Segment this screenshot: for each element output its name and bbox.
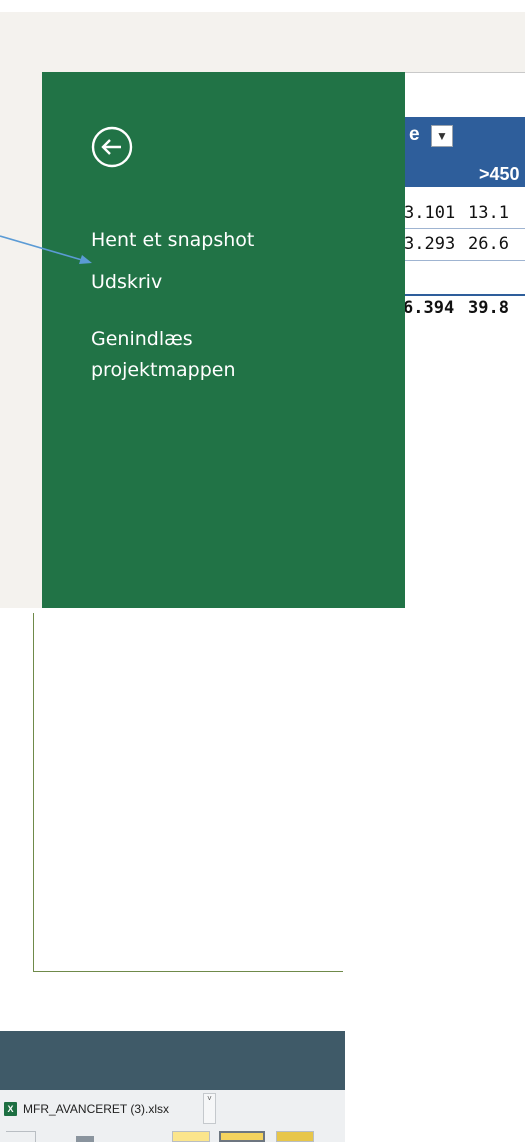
column-header: >450: [479, 164, 520, 184]
download-options-button[interactable]: ˅: [203, 1093, 216, 1124]
app-icon[interactable]: [276, 1131, 314, 1142]
active-window-icon[interactable]: [219, 1131, 265, 1142]
table-header-partial: e: [409, 124, 420, 145]
table-cell[interactable]: 3.101: [404, 203, 455, 223]
table-cell[interactable]: 3.293: [404, 234, 455, 254]
backstage-panel: Hent et snapshot Udskriv Genindlæs proje…: [42, 72, 405, 608]
chevron-down-icon: ▼: [436, 129, 448, 143]
download-item[interactable]: X MFR_AVANCERET (3).xlsx: [4, 1093, 204, 1124]
chevron-down-icon: ˅: [207, 1094, 212, 1103]
folder-icon[interactable]: [172, 1131, 210, 1142]
total-cell[interactable]: 6.394: [403, 298, 454, 318]
menu-item-print[interactable]: Udskriv: [91, 267, 162, 298]
row-divider: [405, 260, 525, 261]
total-divider: [405, 294, 525, 296]
menu-item-reload-workbook[interactable]: Genindlæs projektmappen: [91, 324, 311, 386]
taskbar-button[interactable]: [6, 1131, 36, 1142]
menu-item-snapshot[interactable]: Hent et snapshot: [91, 225, 254, 256]
filter-dropdown-button[interactable]: ▼: [431, 125, 453, 147]
back-arrow-icon: [91, 126, 133, 168]
top-margin: [0, 0, 525, 12]
download-filename: MFR_AVANCERET (3).xlsx: [23, 1101, 170, 1116]
excel-file-icon: X: [4, 1101, 17, 1116]
table-cell[interactable]: 26.6: [468, 234, 509, 254]
taskbar-icon[interactable]: [76, 1136, 94, 1142]
row-divider: [405, 228, 525, 229]
table-cell[interactable]: 13.1: [468, 203, 509, 223]
back-button[interactable]: [87, 122, 137, 172]
total-cell[interactable]: 39.8: [468, 298, 509, 318]
print-preview-area: [33, 613, 343, 972]
status-bar: [0, 1031, 345, 1090]
